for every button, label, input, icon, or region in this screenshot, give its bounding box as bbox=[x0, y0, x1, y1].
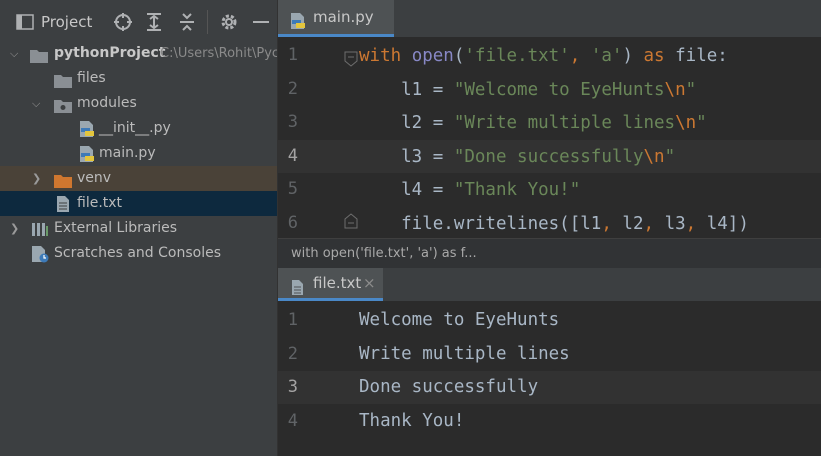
tree-item-label: External Libraries bbox=[54, 220, 177, 236]
code-line: file.writelines([l1, l2, l3, l4]) bbox=[359, 214, 749, 234]
tab-label: main.py bbox=[313, 8, 374, 26]
tree-item-main-py[interactable]: main.py bbox=[0, 141, 277, 166]
project-toolbar: Project bbox=[0, 0, 277, 40]
tree-item-label: file.txt bbox=[77, 195, 123, 211]
project-path: C:\Users\Rohit\Pyc bbox=[160, 46, 280, 61]
code-editor-main-py[interactable]: 1 2 3 4 5 6 with open('file.txt', 'a') as fil… bbox=[278, 37, 821, 238]
line-number: 2 bbox=[287, 343, 298, 364]
code-token: "Done successfully bbox=[453, 146, 644, 167]
code-line: l4 = "Thank You!" bbox=[359, 180, 580, 200]
line-number: 4 bbox=[287, 145, 298, 166]
breadcrumb[interactable]: with open('file.txt', 'a') as f... bbox=[278, 238, 821, 269]
close-icon[interactable]: × bbox=[363, 268, 376, 299]
text-line: Thank You! bbox=[359, 410, 465, 431]
minimize-icon[interactable] bbox=[252, 12, 269, 28]
chevron-down-icon[interactable]: ⌵ bbox=[10, 41, 18, 66]
code-token: l4]) bbox=[706, 214, 749, 234]
line-number: 4 bbox=[287, 410, 298, 431]
text-editor-file-txt[interactable]: 1 2 3 4 Welcome to EyeHunts Write multiple l… bbox=[278, 301, 821, 456]
chevron-down-icon[interactable]: ⌵ bbox=[32, 91, 40, 116]
code-token: l3 = bbox=[359, 146, 454, 167]
tree-item-label: venv bbox=[77, 170, 112, 186]
code-token: , bbox=[569, 46, 591, 66]
tree-item-files[interactable]: files bbox=[0, 66, 277, 91]
code-token: " bbox=[696, 113, 707, 134]
scratches-icon bbox=[31, 245, 49, 272]
toolbar-separator bbox=[207, 10, 208, 34]
code-token: l1 = bbox=[359, 79, 454, 100]
code-token: , bbox=[601, 214, 623, 234]
code-token: file: bbox=[675, 46, 728, 66]
tree-item-label: modules bbox=[77, 95, 137, 111]
tree-item-file-txt[interactable]: file.txt bbox=[0, 191, 277, 216]
code-token: \n bbox=[664, 79, 686, 100]
code-token: 'file.txt' bbox=[464, 46, 570, 66]
code-token: "Write multiple lines bbox=[453, 113, 676, 134]
code-token: "Thank You!" bbox=[453, 180, 581, 201]
collapse-all-icon[interactable] bbox=[178, 12, 194, 31]
tree-item-venv[interactable]: ❯ venv bbox=[0, 166, 277, 191]
fold-marker-icon[interactable] bbox=[344, 51, 358, 71]
code-token: l2 = bbox=[359, 113, 454, 134]
code-line: l2 = "Write multiple lines\n" bbox=[359, 113, 707, 133]
chevron-right-icon[interactable]: ❯ bbox=[10, 216, 19, 241]
line-number: 1 bbox=[287, 310, 298, 330]
line-number: 2 bbox=[287, 78, 298, 99]
code-token: l2 bbox=[622, 214, 644, 234]
code-token: ) bbox=[622, 46, 644, 66]
chevron-right-icon[interactable]: ❯ bbox=[32, 166, 41, 191]
code-token: , bbox=[685, 214, 707, 234]
expand-all-icon[interactable] bbox=[145, 12, 161, 31]
tree-item-label: main.py bbox=[99, 145, 156, 161]
code-line: l3 = "Done successfully\n" bbox=[359, 147, 675, 167]
tree-item-external-libraries[interactable]: ❯ External Libraries bbox=[0, 216, 277, 241]
project-title[interactable]: Project bbox=[41, 13, 92, 31]
code-token: l3 bbox=[664, 214, 686, 234]
code-token: file.writelines([l1 bbox=[359, 214, 602, 234]
code-token: " bbox=[685, 79, 697, 100]
code-token: \n bbox=[643, 146, 665, 167]
crosshair-icon[interactable] bbox=[113, 12, 132, 31]
tree-item-pythonproject[interactable]: ⌵ pythonProject C:\Users\Rohit\Pyc bbox=[0, 41, 280, 66]
tab-main-py[interactable]: main.py bbox=[278, 0, 394, 37]
tab-label: file.txt bbox=[313, 274, 362, 292]
code-token: \n bbox=[675, 113, 697, 134]
tab-file-txt[interactable]: file.txt × bbox=[278, 268, 383, 301]
text-line: Done successfully bbox=[359, 377, 539, 398]
tree-item-init-py[interactable]: __init__.py bbox=[0, 116, 277, 141]
tree-item-modules[interactable]: ⌵ modules bbox=[0, 91, 277, 116]
editor-tabbar-top: main.py bbox=[278, 0, 821, 37]
tree-item-label: __init__.py bbox=[99, 120, 171, 136]
code-token: l4 = bbox=[359, 180, 454, 201]
line-number: 6 bbox=[287, 213, 298, 233]
tree-item-label: files bbox=[77, 70, 106, 86]
tree-item-scratches[interactable]: Scratches and Consoles bbox=[0, 241, 277, 266]
code-token: with bbox=[359, 46, 412, 66]
tree-item-label: pythonProject bbox=[54, 45, 166, 61]
code-token: as bbox=[643, 46, 676, 66]
code-token: ( bbox=[453, 46, 465, 66]
code-line: l1 = "Welcome to EyeHunts\n" bbox=[359, 80, 696, 100]
line-number: 5 bbox=[287, 179, 298, 200]
line-number: 3 bbox=[287, 377, 298, 398]
text-line: Write multiple lines bbox=[359, 343, 570, 364]
breadcrumb-item[interactable]: with open('file.txt', 'a') as f... bbox=[291, 239, 477, 269]
editor-tabbar-bottom: file.txt × bbox=[278, 268, 821, 301]
project-tool-window: Project ⌵ pythonProject C:\Users\Rohit\P… bbox=[0, 0, 280, 456]
code-line: with open('file.txt', 'a') as file: bbox=[359, 46, 728, 66]
code-token: " bbox=[664, 146, 676, 167]
line-number: 1 bbox=[287, 45, 298, 65]
code-token: open bbox=[411, 46, 454, 66]
tree-item-label: Scratches and Consoles bbox=[54, 245, 221, 261]
text-line: Welcome to EyeHunts bbox=[359, 310, 560, 330]
code-token: , bbox=[643, 214, 665, 234]
project-view-icon[interactable] bbox=[16, 14, 34, 30]
code-token: "Welcome to EyeHunts bbox=[453, 79, 665, 100]
line-number: 3 bbox=[287, 112, 298, 133]
gear-icon[interactable] bbox=[219, 12, 237, 30]
fold-end-marker-icon[interactable] bbox=[344, 213, 358, 233]
code-token: 'a' bbox=[590, 46, 623, 66]
